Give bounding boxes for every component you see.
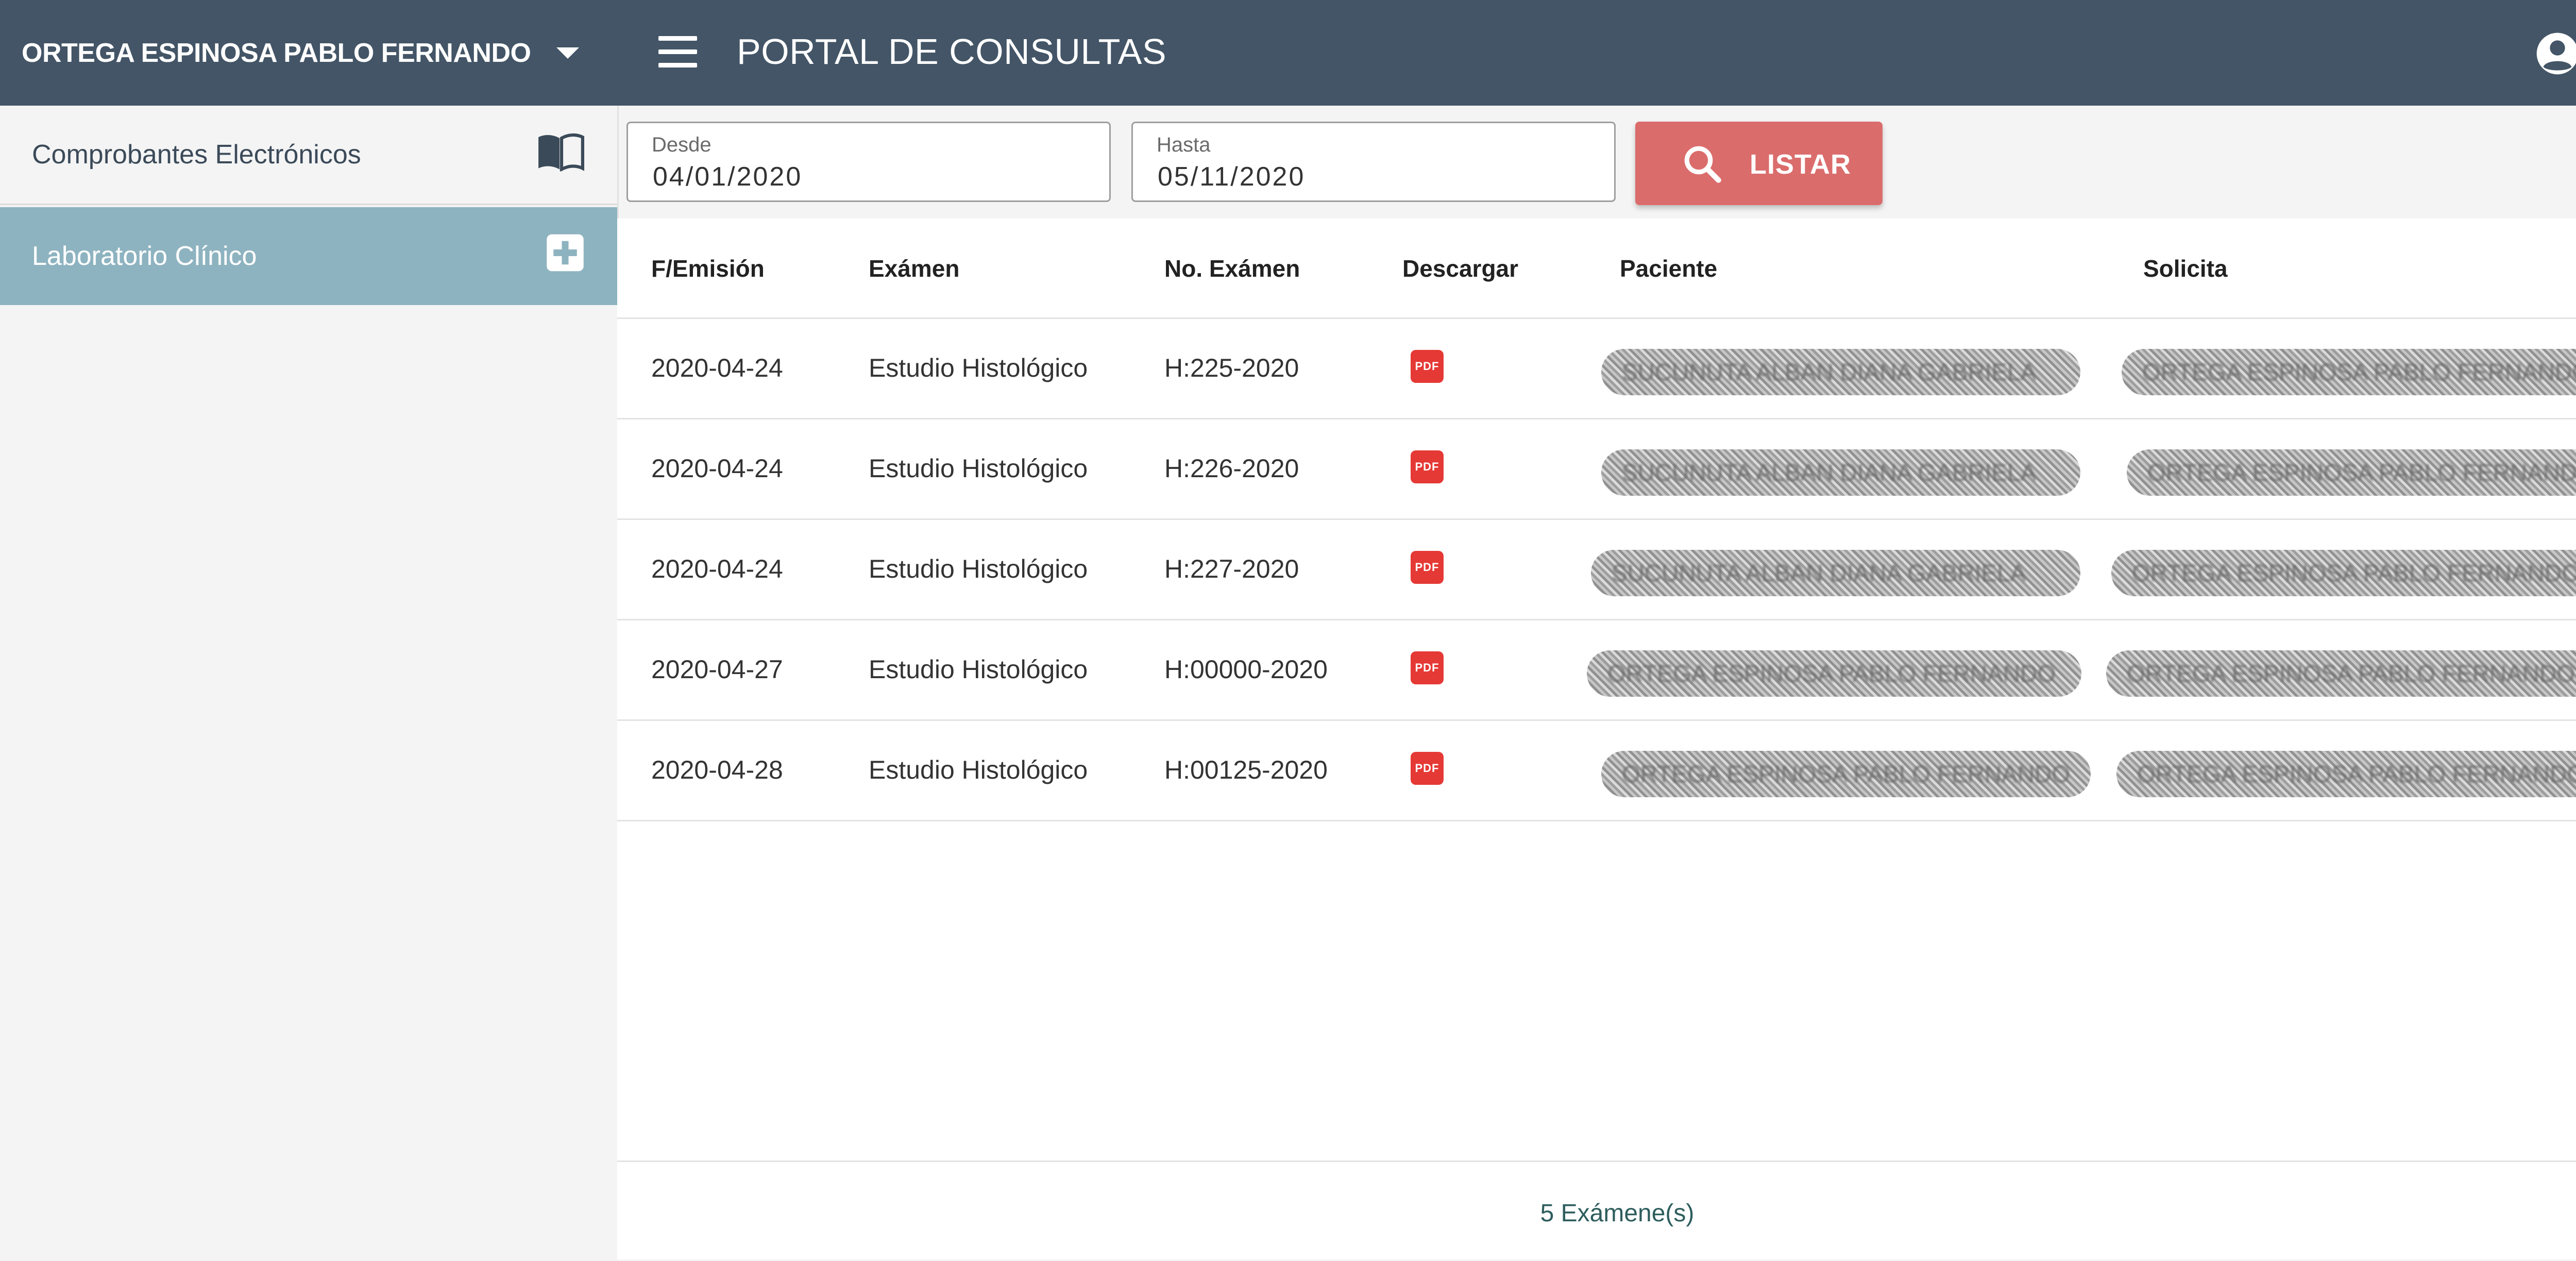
sidebar-item-label: Laboratorio Clínico [32, 241, 257, 271]
cell-paciente-redacted: SUCUNUTA ALBAN DIANA GABRIELA [1601, 349, 2080, 395]
cell-fecha: 2020-04-24 [651, 554, 783, 583]
desde-label: Desde [652, 133, 711, 156]
cell-examen: Estudio Histológico [869, 354, 1088, 382]
cell-paciente: ORTEGA ESPINOSA PABLO FERNANDO [1607, 660, 2056, 687]
column-header-numero[interactable]: No. Exámen [1164, 255, 1300, 282]
hasta-date-field[interactable]: Hasta 05/11/2020 [1131, 122, 1616, 202]
cell-examen: Estudio Histológico [869, 655, 1088, 684]
cell-solicita-redacted: ORTEGA ESPINOSA PABLO FERNANDO [2127, 449, 2576, 496]
pdf-download-icon[interactable]: PDF [1411, 551, 1444, 584]
cell-paciente: SUCUNUTA ALBAN DIANA GABRIELA [1622, 359, 2037, 385]
user-name: ORTEGA ESPINOSA PABLO FERNANDO [22, 38, 531, 68]
cell-numero: H:00000-2020 [1164, 655, 1328, 684]
table-row[interactable]: 2020-04-28 Estudio Histológico H:00125-2… [617, 721, 2576, 821]
cell-fecha: 2020-04-24 [651, 454, 783, 483]
cell-fecha: 2020-04-28 [651, 755, 783, 784]
cell-fecha: 2020-04-24 [651, 354, 783, 382]
account-circle-icon[interactable] [2535, 31, 2576, 79]
table-row[interactable]: 2020-04-24 Estudio Histológico H:226-202… [617, 419, 2576, 520]
book-open-icon [536, 131, 585, 178]
column-header-paciente[interactable]: Paciente [1620, 255, 1717, 282]
cell-paciente: SUCUNUTA ALBAN DIANA GABRIELA [1622, 459, 2037, 486]
desde-value[interactable]: 04/01/2020 [653, 161, 802, 192]
table-row[interactable]: 2020-04-24 Estudio Histológico H:227-202… [617, 520, 2576, 620]
pdf-download-icon[interactable]: PDF [1411, 651, 1444, 684]
column-header-fecha[interactable]: F/Emisión [651, 255, 765, 282]
cell-examen: Estudio Histológico [869, 454, 1088, 483]
cell-solicita-redacted: ORTEGA ESPINOSA PABLO FERNANDO [2122, 349, 2576, 395]
column-header-solicita[interactable]: Solicita [2143, 255, 2228, 282]
plus-box-icon [545, 233, 585, 280]
listar-label: LISTAR [1750, 149, 1851, 180]
cell-solicita: ORTEGA ESPINOSA PABLO FERNANDO [2142, 359, 2576, 385]
table-row[interactable]: 2020-04-27 Estudio Histológico H:00000-2… [617, 620, 2576, 721]
pdf-download-icon[interactable]: PDF [1411, 350, 1444, 383]
caret-down-icon [556, 47, 579, 59]
cell-solicita-redacted: ORTEGA ESPINOSA PABLO FERNANDO [2111, 550, 2576, 596]
cell-paciente-redacted: ORTEGA ESPINOSA PABLO FERNANDO [1587, 650, 2081, 697]
hasta-label: Hasta [1157, 133, 1211, 156]
cell-examen: Estudio Histológico [869, 554, 1088, 583]
listar-button[interactable]: LISTAR [1635, 122, 1883, 205]
cell-examen: Estudio Histológico [869, 755, 1088, 784]
search-icon [1681, 142, 1724, 188]
column-header-examen[interactable]: Exámen [869, 255, 959, 282]
cell-solicita-redacted: ORTEGA ESPINOSA PABLO FERNANDO [2106, 650, 2576, 697]
sidebar-item-comprobantes[interactable]: Comprobantes Electrónicos [0, 106, 617, 205]
table-footer: 5 Exámene(s) [617, 1161, 2576, 1261]
cell-numero: H:226-2020 [1164, 454, 1299, 483]
cell-solicita: ORTEGA ESPINOSA PABLO FERNANDO [2127, 660, 2575, 687]
cell-numero: H:227-2020 [1164, 554, 1299, 583]
pdf-download-icon[interactable]: PDF [1411, 450, 1444, 483]
cell-solicita: ORTEGA ESPINOSA PABLO FERNANDO [2132, 560, 2576, 586]
app-header: PORTAL DE CONSULTAS [617, 0, 2576, 106]
results-table: F/Emisión Exámen No. Exámen Descargar Pa… [617, 218, 2576, 1259]
cell-solicita: ORTEGA ESPINOSA PABLO FERNANDO [2147, 459, 2576, 486]
sidebar: ORTEGA ESPINOSA PABLO FERNANDO Comproban… [0, 0, 619, 1259]
cell-paciente-redacted: ORTEGA ESPINOSA PABLO FERNANDO [1601, 751, 2091, 797]
cell-numero: H:225-2020 [1164, 354, 1299, 382]
user-menu-toggle[interactable]: ORTEGA ESPINOSA PABLO FERNANDO [0, 0, 617, 106]
cell-solicita: ORTEGA ESPINOSA PABLO FERNANDO [2137, 761, 2576, 787]
cell-fecha: 2020-04-27 [651, 655, 783, 684]
cell-paciente: SUCUNUTA ALBAN DIANA GABRIELA [1612, 560, 2026, 586]
cell-numero: H:00125-2020 [1164, 755, 1328, 784]
cell-paciente-redacted: SUCUNUTA ALBAN DIANA GABRIELA [1601, 449, 2080, 496]
cell-paciente-redacted: SUCUNUTA ALBAN DIANA GABRIELA [1591, 550, 2080, 596]
cell-paciente: ORTEGA ESPINOSA PABLO FERNANDO [1622, 761, 2070, 787]
hamburger-menu-icon[interactable] [658, 36, 697, 68]
column-header-descargar[interactable]: Descargar [1402, 255, 1518, 282]
table-row[interactable]: 2020-04-24 Estudio Histológico H:225-202… [617, 319, 2576, 419]
sidebar-item-laboratorio[interactable]: Laboratorio Clínico [0, 207, 617, 305]
sidebar-item-label: Comprobantes Electrónicos [32, 140, 361, 170]
pdf-download-icon[interactable]: PDF [1411, 752, 1444, 785]
result-count: 5 Exámene(s) [1540, 1200, 1694, 1227]
page-title: PORTAL DE CONSULTAS [737, 31, 1167, 72]
table-header: F/Emisión Exámen No. Exámen Descargar Pa… [617, 218, 2576, 319]
hasta-value[interactable]: 05/11/2020 [1158, 161, 1305, 192]
desde-date-field[interactable]: Desde 04/01/2020 [626, 122, 1111, 202]
cell-solicita-redacted: ORTEGA ESPINOSA PABLO FERNANDO [2116, 751, 2576, 797]
